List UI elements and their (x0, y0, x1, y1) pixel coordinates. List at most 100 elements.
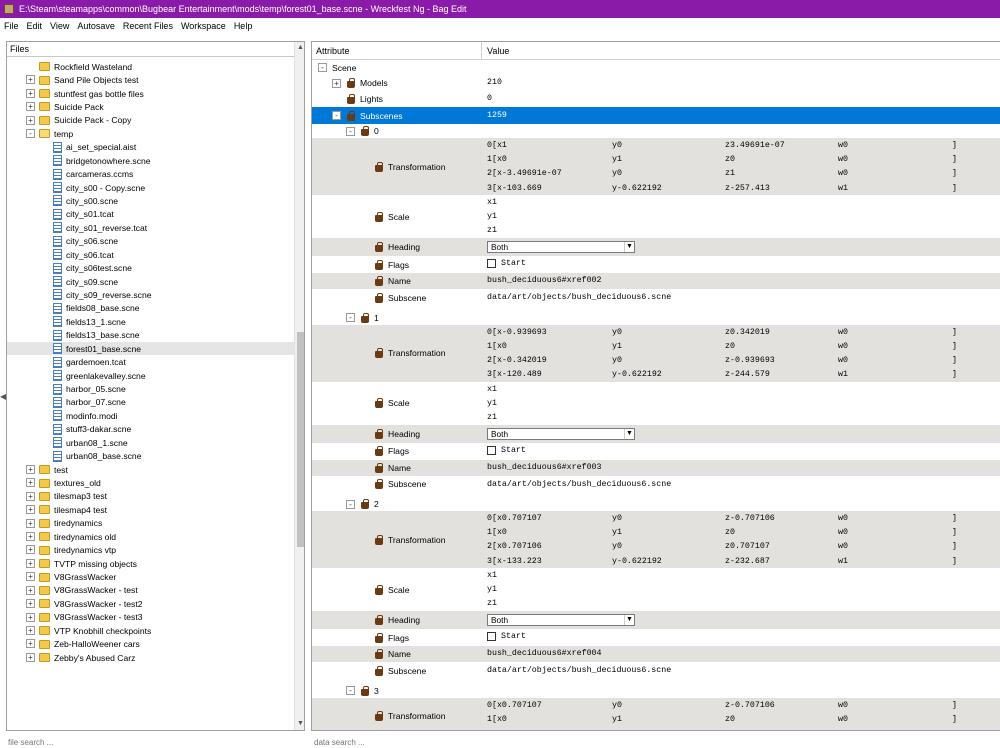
matrix-cell[interactable]: 1[x0 (487, 342, 507, 351)
folder-item[interactable]: + Sand Pile Objects test (7, 73, 294, 86)
scale-row[interactable]: Scale x1 y1 z1 (312, 568, 1000, 611)
matrix-cell[interactable]: y0 (612, 701, 622, 710)
folder-item[interactable]: + VTP Knobhill checkpoints (7, 624, 294, 637)
menu-item-workspace[interactable]: Workspace (177, 21, 230, 31)
collapse-icon[interactable]: - (346, 686, 355, 695)
subscene-entry-3[interactable]: -3 (312, 684, 1000, 698)
matrix-cell[interactable]: 0[x0.707107 (487, 701, 542, 710)
file-item[interactable]: city_s09_reverse.scne (7, 288, 294, 301)
collapse-icon[interactable]: - (346, 313, 355, 322)
transformation-row[interactable]: Transformation 0[x0.707107 y0 z-0.707106 w0]… (312, 697, 1000, 730)
expand-icon[interactable]: + (26, 491, 35, 501)
folder-item[interactable]: + tilesmap3 test (7, 490, 294, 503)
folder-item[interactable]: Rockfield Wasteland (7, 60, 294, 73)
scale-value[interactable]: y1 (487, 399, 497, 408)
menu-item-view[interactable]: View (46, 21, 73, 31)
expand-icon[interactable]: + (26, 626, 35, 636)
menu-item-recent-files[interactable]: Recent Files (119, 21, 177, 31)
name-value[interactable]: bush_deciduous6#xref004 (487, 646, 602, 662)
matrix-cell[interactable]: y0 (612, 141, 622, 150)
file-item[interactable]: city_s06.scne (7, 235, 294, 248)
expand-icon[interactable]: + (26, 464, 35, 474)
matrix-cell[interactable]: z0 (725, 342, 735, 351)
file-item[interactable]: harbor_07.scne (7, 396, 294, 409)
matrix-cell[interactable]: z0.342019 (725, 328, 770, 337)
matrix-cell[interactable]: z0.707107 (725, 542, 770, 551)
file-item[interactable]: city_s01_reverse.tcat (7, 221, 294, 234)
subscene-path-value[interactable]: data/art/objects/bush_deciduous6.scne (487, 289, 671, 306)
scroll-thumb[interactable] (297, 332, 304, 547)
folder-item[interactable]: + V8GrassWacker - test (7, 584, 294, 597)
folder-item[interactable]: + Zebby's Abused Carz (7, 651, 294, 664)
expand-icon[interactable]: + (26, 518, 35, 528)
file-item[interactable]: carcameras.ccms (7, 167, 294, 180)
matrix-cell[interactable]: 1[x0 (487, 715, 507, 724)
expand-icon[interactable]: + (26, 115, 35, 125)
matrix-cell[interactable]: y1 (612, 528, 622, 537)
matrix-cell[interactable]: z0 (725, 155, 735, 164)
transformation-row[interactable]: Transformation 0[x1 y0 z3.49691e-07 w0] 1[x0 y… (312, 138, 1000, 195)
matrix-cell[interactable]: 2[x-0.342019 (487, 356, 547, 365)
chevron-down-icon[interactable]: ▼ (624, 242, 634, 252)
collapse-icon[interactable]: - (346, 126, 355, 136)
expand-icon[interactable]: + (26, 75, 35, 85)
transformation-row[interactable]: Transformation 0[x-0.939693 y0 z0.342019 w0]… (312, 324, 1000, 382)
flags-row[interactable]: Flags Start (312, 256, 1000, 273)
matrix-cell[interactable]: ] (952, 514, 957, 523)
matrix-cell[interactable]: w0 (838, 155, 848, 164)
start-checkbox[interactable] (487, 632, 496, 641)
matrix-cell[interactable]: y0 (612, 169, 622, 178)
subscene-path-value[interactable]: data/art/objects/bush_deciduous6.scne (487, 476, 671, 493)
splitter-arrow-icon[interactable]: ◀ (0, 392, 6, 404)
matrix-cell[interactable]: z-0.939693 (725, 356, 775, 365)
matrix-cell[interactable]: z0 (725, 528, 735, 537)
file-item[interactable]: urban08_base.scne (7, 449, 294, 462)
menu-item-autosave[interactable]: Autosave (73, 21, 119, 31)
matrix-cell[interactable]: w0 (838, 328, 848, 337)
matrix-cell[interactable]: 2[x0.707106 (487, 542, 542, 551)
matrix-cell[interactable]: w1 (838, 184, 848, 193)
name-value[interactable]: bush_deciduous6#xref002 (487, 273, 602, 289)
file-search-input[interactable] (6, 736, 305, 748)
folder-item[interactable]: + test (7, 463, 294, 476)
matrix-cell[interactable]: w0 (838, 701, 848, 710)
folder-item[interactable]: + Suicide Pack - Copy (7, 114, 294, 127)
heading-row[interactable]: Heading Both ▼ (312, 611, 1000, 629)
expand-icon[interactable]: + (26, 88, 35, 98)
attribute-column-header[interactable]: Attribute (312, 42, 482, 60)
menu-item-edit[interactable]: Edit (23, 21, 47, 31)
file-item[interactable]: urban08_1.scne (7, 436, 294, 449)
matrix-cell[interactable]: ] (952, 141, 957, 150)
file-item[interactable]: fields08_base.scne (7, 302, 294, 315)
matrix-cell[interactable]: w0 (838, 141, 848, 150)
matrix-cell[interactable]: y-0.622192 (612, 370, 662, 379)
heading-select[interactable]: Both ▼ (487, 614, 635, 626)
subscene-path-row[interactable]: Subscene data/art/objects/bush_deciduous6… (312, 662, 1000, 679)
subscenes-value[interactable]: 1259 (487, 107, 507, 124)
heading-select[interactable]: Both ▼ (487, 241, 635, 253)
transformation-row[interactable]: Transformation 0[x0.707107 y0 z-0.707106 w0]… (312, 511, 1000, 568)
matrix-cell[interactable]: z-244.579 (725, 370, 770, 379)
matrix-cell[interactable]: z3.49691e-07 (725, 141, 785, 150)
chevron-down-icon[interactable]: ▼ (624, 615, 634, 625)
matrix-cell[interactable]: 3[x-120.489 (487, 370, 542, 379)
expand-icon[interactable]: + (26, 639, 35, 649)
subscene-path-value[interactable]: data/art/objects/bush_deciduous6.scne (487, 662, 671, 679)
matrix-cell[interactable]: ] (952, 701, 957, 710)
scroll-up-icon[interactable]: ▲ (295, 42, 304, 54)
file-item[interactable]: city_s00 - Copy.scne (7, 181, 294, 194)
expand-icon[interactable]: + (26, 599, 35, 609)
expand-icon[interactable]: + (26, 478, 35, 488)
lights-node[interactable]: Lights 0 (312, 91, 1000, 107)
scale-row[interactable]: Scale x1 y1 z1 (312, 195, 1000, 238)
folder-item[interactable]: + TVTP missing objects (7, 557, 294, 570)
file-item[interactable]: greenlakevalley.scne (7, 369, 294, 382)
matrix-cell[interactable]: y-0.622192 (612, 184, 662, 193)
matrix-cell[interactable]: z-0.707106 (725, 514, 775, 523)
matrix-cell[interactable]: z-0.707106 (725, 701, 775, 710)
matrix-cell[interactable]: ] (952, 184, 957, 193)
files-scrollbar[interactable]: ▲ ▼ (294, 42, 304, 730)
matrix-cell[interactable]: w0 (838, 169, 848, 178)
file-item[interactable]: city_s01.tcat (7, 208, 294, 221)
matrix-cell[interactable]: ] (952, 155, 957, 164)
